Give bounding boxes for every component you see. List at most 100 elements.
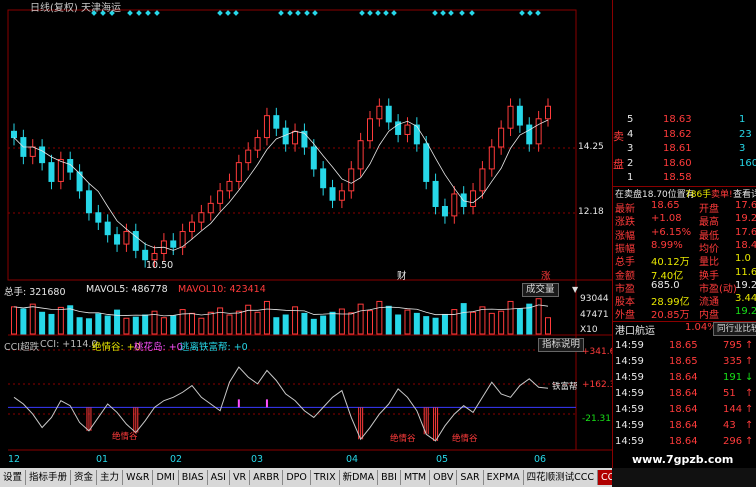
indicator-tab[interactable]: ARBR bbox=[250, 470, 284, 485]
trade-time: 14:59 bbox=[615, 436, 644, 447]
volume-bar bbox=[179, 309, 186, 335]
month-label: 02 bbox=[170, 454, 183, 465]
volume-bar bbox=[460, 303, 467, 335]
volume-bar bbox=[67, 305, 74, 335]
ask-price: 18.58 bbox=[663, 172, 692, 183]
marker-diamond-icon bbox=[145, 10, 151, 16]
indicator-tab[interactable]: OBV bbox=[430, 470, 458, 485]
volume-bar bbox=[160, 317, 167, 335]
volume-bar bbox=[338, 308, 345, 335]
trade-row: 14:59 18.64 51 ↑ bbox=[613, 388, 756, 402]
indicator-tab[interactable]: W&R bbox=[123, 470, 154, 485]
indicator-tab[interactable]: 四花顺测试CCC bbox=[524, 470, 598, 485]
volume-bar bbox=[320, 315, 327, 335]
indicator-tab[interactable]: SAR bbox=[457, 470, 484, 485]
volume-indicator-button[interactable]: 成交量 bbox=[522, 283, 559, 297]
candle-body bbox=[357, 140, 364, 170]
trade-volume: 144 bbox=[723, 404, 743, 415]
quote-value: 19.2 bbox=[735, 279, 756, 291]
marker-diamond-icon bbox=[375, 10, 381, 16]
marker-diamond-icon bbox=[278, 10, 284, 16]
indicator-tab[interactable]: 设置 bbox=[0, 470, 27, 485]
trade-time: 14:59 bbox=[615, 420, 644, 431]
volume-bar bbox=[507, 300, 514, 335]
volume-bar bbox=[189, 312, 195, 335]
event-mark-cai[interactable]: 财 bbox=[397, 268, 407, 282]
candle-body bbox=[207, 202, 214, 214]
indicator-tab[interactable]: VR bbox=[230, 470, 251, 485]
ask-row[interactable]: 1 18.58 bbox=[613, 172, 756, 186]
indicator-tab[interactable]: TRIX bbox=[311, 470, 340, 485]
indicator-tab[interactable]: BBI bbox=[378, 470, 401, 485]
trade-price: 18.64 bbox=[669, 436, 698, 447]
candle-body bbox=[29, 146, 36, 157]
indicator-tab[interactable]: 指标手册 bbox=[26, 470, 72, 485]
trade-volume: 51 bbox=[723, 388, 736, 399]
marker-diamond-icon bbox=[225, 10, 231, 16]
candle-body bbox=[226, 180, 233, 192]
cci-tick-2: +162.3 bbox=[582, 380, 616, 390]
indicator-tab[interactable]: EXPMA bbox=[484, 470, 524, 485]
indicator-tab[interactable]: DPO bbox=[283, 470, 311, 485]
indicator-tab[interactable]: DMI bbox=[153, 470, 179, 485]
quote-row: 涨跌 +1.08 最高 19.2 bbox=[613, 213, 756, 228]
ask-row[interactable]: 4 18.62 23 bbox=[613, 129, 756, 143]
indicator-tab[interactable]: 新DMA bbox=[340, 470, 379, 485]
month-label: 05 bbox=[436, 454, 449, 465]
ask-level: 3 bbox=[627, 143, 634, 154]
chart-area[interactable]: 日线(复权) 天津海运 14.25 12.18 10.50 财 涨 总手: 32… bbox=[0, 0, 616, 468]
trade-row: 14:59 18.64 144 ↑ bbox=[613, 404, 756, 418]
ask-row[interactable]: 2 18.60 160 bbox=[613, 158, 756, 172]
volume-bar bbox=[11, 306, 17, 335]
month-label: 12 bbox=[8, 454, 21, 465]
indicator-tab[interactable]: MTM bbox=[401, 470, 431, 485]
candle-body bbox=[498, 127, 505, 148]
candle-body bbox=[198, 212, 205, 223]
candle-body bbox=[292, 130, 299, 145]
indicator-tab[interactable]: CCI超跌 bbox=[598, 470, 612, 485]
volume-bar bbox=[198, 317, 205, 335]
view-detail-link[interactable]: 查看详 bbox=[733, 187, 756, 200]
sell-order-link[interactable]: 卖单! bbox=[711, 187, 733, 200]
trade-row: 14:59 18.65 335 ↑ bbox=[613, 356, 756, 370]
volume-bar bbox=[170, 315, 177, 335]
candle-body bbox=[254, 137, 261, 151]
ask-level: 2 bbox=[627, 157, 634, 169]
candle-body bbox=[263, 115, 270, 139]
quote-panel: 卖 盘 5 18.63 1 4 18.62 23 3 18.61 3 2 18.60 160 1 18.5… bbox=[612, 0, 756, 468]
volume-bar bbox=[142, 314, 149, 335]
ask-level: 1 bbox=[627, 172, 634, 183]
volume-bar bbox=[48, 313, 55, 335]
indicator-tab[interactable]: 资金 bbox=[71, 470, 98, 485]
ask-row[interactable]: 5 18.63 1 bbox=[613, 114, 756, 128]
volume-bar bbox=[114, 309, 121, 335]
chevron-down-icon[interactable]: ▼ bbox=[572, 285, 578, 294]
quote-row: 最新 18.65 开盘 17.6 bbox=[613, 200, 756, 215]
volume-bar bbox=[310, 318, 317, 335]
quote-row: 市盈 685.0 市盈(动) 19.2 bbox=[613, 279, 756, 295]
ask-price: 18.62 bbox=[663, 128, 692, 140]
indicator-tab[interactable]: BIAS bbox=[179, 470, 208, 485]
cci-value: CCI: +114.0 bbox=[40, 339, 98, 350]
trade-time: 14:59 bbox=[615, 404, 644, 415]
cci-line bbox=[13, 366, 549, 442]
volume-total: 总手: 321680 bbox=[4, 287, 66, 298]
trade-row: 14:59 18.65 795 ↑ bbox=[613, 340, 756, 354]
event-mark-zhang[interactable]: 涨 bbox=[541, 268, 551, 282]
quote-value: +1.08 bbox=[651, 213, 682, 225]
cci-mark-1: 绝情谷 bbox=[112, 432, 138, 442]
candle-body bbox=[470, 190, 477, 207]
indicator-tab[interactable]: 主力 bbox=[97, 470, 124, 485]
candle-body bbox=[114, 234, 121, 245]
marker-diamond-icon bbox=[304, 10, 310, 16]
month-label: 01 bbox=[96, 454, 109, 465]
indicator-help-button[interactable]: 指标说明 bbox=[538, 338, 585, 352]
indicator-tab[interactable]: ASI bbox=[208, 470, 230, 485]
industry-compare-button[interactable]: 同行业比较 bbox=[713, 322, 756, 336]
cci-indicator-name[interactable]: CCI超跌 bbox=[4, 339, 39, 353]
ask-row[interactable]: 3 18.61 3 bbox=[613, 143, 756, 157]
volume-bar bbox=[451, 309, 458, 335]
volume-bar bbox=[329, 311, 336, 335]
candle-body bbox=[488, 146, 495, 170]
quote-value: 8.99% bbox=[651, 239, 683, 251]
